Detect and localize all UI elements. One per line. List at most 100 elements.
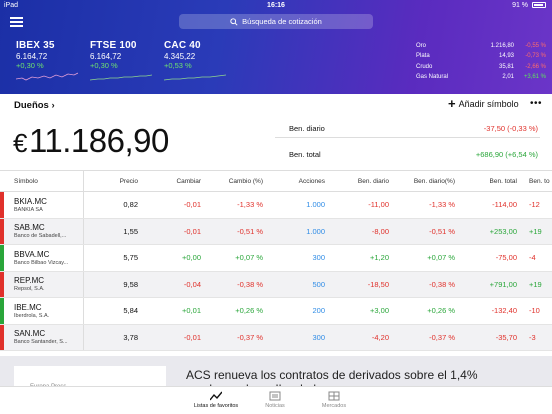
trend-indicator — [0, 192, 4, 218]
total-gain-pct-cell: +19 — [529, 279, 542, 289]
total-gain-cell: -132,40 — [491, 306, 517, 316]
price-cell: 3,78 — [123, 332, 138, 342]
tab-watchlists[interactable]: Listas de favoritos — [186, 391, 246, 409]
shares-cell[interactable]: 500 — [269, 280, 331, 289]
tab-news[interactable]: Noticias — [245, 391, 305, 409]
grid-icon — [328, 391, 340, 401]
total-gain-pct-cell: -10 — [529, 306, 540, 316]
total-gain-value: +686,90 (+6,54 %) — [475, 150, 538, 159]
column-header[interactable]: Cambiar — [144, 178, 207, 185]
column-header[interactable]: Precio — [84, 178, 144, 185]
column-header[interactable]: Ben. diario(%) — [395, 178, 461, 185]
daily-gain-cell: -4,20 — [371, 332, 389, 342]
total-gain-pct-cell: -3 — [529, 332, 536, 342]
commodity-row[interactable]: Gas Natural 2,01 +3,61 % — [416, 72, 546, 82]
shares-cell[interactable]: 300 — [269, 333, 331, 342]
trend-indicator — [0, 271, 4, 297]
daily-gain-pct-cell: -0,38 % — [429, 279, 455, 289]
column-header[interactable]: Símbolo — [0, 171, 84, 191]
column-header[interactable]: Ben. total — [461, 178, 523, 185]
table-row[interactable]: SAN.MC Banco Santander, S... 3,78 -0,01 -0,3… — [0, 324, 552, 351]
index-ftse100[interactable]: FTSE 100 6.164,72 +0,30 % — [90, 40, 160, 81]
app-header: iPad 16:16 91 % Búsqueda de cotización I… — [0, 0, 552, 94]
tab-label: Mercados — [321, 403, 347, 409]
trend-indicator — [0, 324, 4, 350]
company-name: Banco Bilbao Vizcay... — [14, 259, 69, 266]
watchlist-title: Dueños — [14, 100, 49, 111]
shares-cell[interactable]: 1.000 — [269, 200, 331, 209]
symbol-cell: BBVA.MC Banco Bilbao Vizcay... — [0, 245, 84, 271]
total-gain-pct-cell: -12 — [529, 200, 540, 210]
commodities-list: Oro 1.216,80 -0,55 % Plata 14,93 -0,73 %… — [416, 41, 546, 82]
commodity-value: 35,81 — [498, 63, 514, 70]
daily-gain-cell: -18,50 — [367, 279, 389, 289]
daily-gain-cell: -8,00 — [371, 226, 389, 236]
index-name: FTSE 100 — [90, 40, 137, 51]
symbol: IBE.MC — [14, 302, 42, 312]
shares-cell[interactable]: 200 — [269, 306, 331, 315]
daily-gain-pct-cell: -1,33 % — [429, 200, 455, 210]
chevron-right-icon: › — [51, 100, 55, 111]
commodity-row[interactable]: Plata 14,93 -0,73 % — [416, 51, 546, 61]
daily-gain-cell: +1,20 — [370, 253, 389, 263]
commodity-row[interactable]: Crudo 35,81 -2,66 % — [416, 62, 546, 72]
column-header[interactable]: Ben. to — [523, 178, 552, 185]
index-value: 6.164,72 — [16, 52, 48, 61]
column-header[interactable]: Acciones — [269, 178, 331, 185]
shares-cell[interactable]: 1.000 — [269, 227, 331, 236]
tab-label: Listas de favoritos — [193, 403, 239, 409]
commodity-value: 2,01 — [502, 74, 514, 81]
table-row[interactable]: SAB.MC Banco de Sabadell,... 1,55 -0,01 -0,5… — [0, 218, 552, 245]
daily-gain-value: -37,50 (-0,33 %) — [483, 124, 538, 133]
daily-gain-pct-cell: -0,37 % — [429, 332, 455, 342]
shares-cell[interactable]: 300 — [269, 253, 331, 262]
table-header: Símbolo Precio Cambiar Cambio (%) Accion… — [0, 170, 552, 192]
commodity-row[interactable]: Oro 1.216,80 -0,55 % — [416, 41, 546, 51]
change-pct-cell: -0,37 % — [237, 332, 263, 342]
portfolio-total: €11.186,90 — [13, 122, 169, 160]
daily-gain-cell: -11,00 — [368, 200, 389, 210]
table-row[interactable]: BKIA.MC BANKIA SA 0,82 -0,01 -1,33 % 1.000 -11… — [0, 192, 552, 219]
more-options-icon[interactable]: ••• — [530, 98, 542, 109]
index-sparkline — [16, 72, 78, 81]
price-cell: 0,82 — [123, 200, 138, 210]
table-row[interactable]: REP.MC Repsol, S.A. 9,58 -0,04 -0,38 % 500 -18… — [0, 271, 552, 298]
index-change: +0,30 % — [16, 61, 44, 70]
clock: 16:16 — [267, 2, 285, 9]
tab-bar: Listas de favoritos Noticias Mercados — [0, 386, 552, 414]
change-cell: -0,01 — [183, 332, 201, 342]
change-cell: -0,01 — [183, 226, 201, 236]
total-value: 11.186,90 — [28, 122, 169, 159]
column-header[interactable]: Ben. diario — [331, 178, 395, 185]
change-cell: +0,00 — [182, 253, 201, 263]
table-row[interactable]: BBVA.MC Banco Bilbao Vizcay... 5,75 +0,00 +0… — [0, 245, 552, 272]
total-gain-cell: +791,00 — [489, 279, 517, 289]
commodity-name: Oro — [416, 43, 427, 50]
search-bar[interactable]: Búsqueda de cotización — [179, 14, 373, 29]
add-symbol-button[interactable]: + Añadir símbolo — [448, 97, 519, 110]
search-placeholder: Búsqueda de cotización — [242, 17, 322, 26]
divider — [275, 137, 540, 138]
daily-gain-pct-cell: +0,26 % — [427, 306, 455, 316]
table-body: BKIA.MC BANKIA SA 0,82 -0,01 -1,33 % 1.000 -11… — [0, 192, 552, 351]
change-cell: -0,04 — [183, 279, 201, 289]
tab-markets[interactable]: Mercados — [304, 391, 364, 409]
commodity-change: -0,55 % — [525, 43, 546, 50]
table-row[interactable]: IBE.MC Iberdrola, S.A. 5,84 +0,01 +0,26 % 200… — [0, 298, 552, 325]
column-header[interactable]: Cambio (%) — [207, 178, 269, 185]
trend-indicator — [0, 218, 4, 244]
daily-gain-label: Ben. diario — [289, 124, 325, 133]
battery-indicator: 91 % — [512, 2, 546, 9]
index-cac40[interactable]: CAC 40 4.345,22 +0,53 % — [164, 40, 234, 81]
search-icon — [230, 17, 238, 26]
daily-gain-cell: +3,00 — [370, 306, 389, 316]
currency-symbol: € — [13, 128, 27, 158]
commodity-name: Plata — [416, 53, 430, 60]
hamburger-menu-icon[interactable] — [10, 17, 23, 27]
symbol: SAB.MC — [14, 223, 45, 233]
watchlist-selector[interactable]: Dueños › — [14, 100, 55, 111]
total-gain-pct-cell: +19 — [529, 226, 542, 236]
holdings-table: Símbolo Precio Cambiar Cambio (%) Accion… — [0, 170, 552, 351]
index-ibex35[interactable]: IBEX 35 6.164,72 +0,30 % — [16, 40, 86, 81]
change-pct-cell: -1,33 % — [237, 200, 263, 210]
